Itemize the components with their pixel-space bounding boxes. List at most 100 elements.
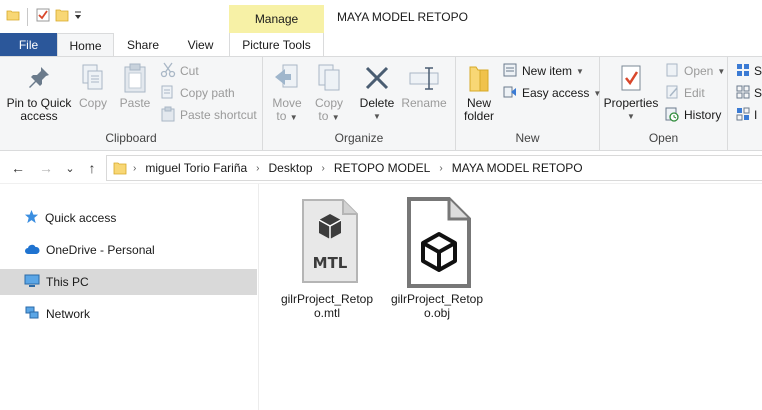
window-title: MAYA MODEL RETOPO bbox=[337, 10, 468, 24]
breadcrumb-item-desktop[interactable]: Desktop bbox=[269, 161, 313, 175]
tab-view[interactable]: View bbox=[172, 33, 229, 56]
rename-icon bbox=[407, 61, 441, 95]
cut-label: Cut bbox=[180, 64, 199, 78]
copy-path-label: Copy path bbox=[180, 86, 235, 100]
delete-label: Delete bbox=[359, 96, 395, 110]
mtl-file-icon: MTL bbox=[289, 196, 365, 288]
move-to-icon bbox=[273, 61, 301, 95]
tab-home[interactable]: Home bbox=[57, 33, 114, 57]
breadcrumb-item-user[interactable]: miguel Torio Fariña bbox=[145, 161, 247, 175]
new-folder-button[interactable]: New folder bbox=[460, 61, 498, 123]
nav-item-label: Network bbox=[46, 307, 91, 321]
paste-icon bbox=[122, 61, 148, 95]
copy-label: Copy bbox=[78, 96, 107, 110]
chevron-down-icon: ⌄ bbox=[65, 162, 75, 175]
copy-to-button[interactable]: Copy to ▼ bbox=[311, 61, 347, 124]
history-icon bbox=[664, 106, 680, 125]
forward-button[interactable]: → bbox=[36, 158, 56, 178]
file-item[interactable]: MTL gilrProject_Retopo.mtl bbox=[277, 196, 377, 320]
nav-item-label: Quick access bbox=[45, 211, 117, 225]
nav-item-network[interactable]: Network bbox=[0, 301, 257, 327]
file-type-badge: MTL bbox=[312, 254, 348, 272]
nav-item-label: This PC bbox=[46, 275, 89, 289]
paste-button[interactable]: Paste bbox=[117, 61, 153, 110]
obj-file-icon bbox=[399, 196, 475, 288]
easy-access-button[interactable]: Easy access ▼ bbox=[502, 83, 601, 103]
nav-item-this-pc[interactable]: This PC bbox=[0, 269, 257, 295]
select-none-button[interactable]: S bbox=[736, 83, 762, 103]
new-item-label: New item bbox=[522, 64, 573, 78]
rename-label: Rename bbox=[401, 96, 447, 110]
navigation-pane: Quick access OneDrive - Personal This PC… bbox=[0, 184, 259, 410]
open-caret-icon: ▼ bbox=[717, 66, 726, 76]
file-item[interactable]: gilrProject_Retopo.obj bbox=[387, 196, 487, 320]
new-folder-label-line2: folder bbox=[463, 109, 495, 123]
ribbon: Pin to Quick access Copy Paste Cut Copy … bbox=[0, 56, 762, 151]
nav-item-onedrive[interactable]: OneDrive - Personal bbox=[0, 237, 257, 263]
properties-icon bbox=[618, 61, 644, 95]
ribbon-tabs: File Home Share View Picture Tools bbox=[0, 33, 762, 57]
copy-icon bbox=[80, 61, 106, 95]
nav-item-quick-access[interactable]: Quick access bbox=[0, 205, 257, 231]
properties-check-icon[interactable] bbox=[35, 7, 51, 26]
up-button[interactable]: ↑ bbox=[82, 158, 102, 178]
recent-locations-button[interactable]: ⌄ bbox=[60, 158, 80, 178]
nav-item-label: OneDrive - Personal bbox=[46, 243, 155, 257]
edit-button[interactable]: Edit bbox=[664, 83, 705, 103]
breadcrumb-item-maya-model-retopo[interactable]: MAYA MODEL RETOPO bbox=[452, 161, 583, 175]
cut-button[interactable]: Cut bbox=[160, 61, 199, 81]
open-file-icon bbox=[664, 62, 680, 81]
invert-selection-button[interactable]: I bbox=[736, 105, 757, 125]
tab-share[interactable]: Share bbox=[114, 33, 172, 56]
history-button[interactable]: History bbox=[664, 105, 721, 125]
copy-button[interactable]: Copy bbox=[75, 61, 111, 110]
file-list-view: MTL gilrProject_Retopo.mtl gilrProject_R… bbox=[260, 184, 762, 410]
paste-label: Paste bbox=[119, 96, 151, 110]
move-label-line2: to ▼ bbox=[276, 109, 298, 123]
delete-caret-icon: ▼ bbox=[373, 112, 381, 121]
invert-selection-label: I bbox=[754, 108, 758, 122]
tab-picture-tools[interactable]: Picture Tools bbox=[229, 33, 324, 56]
open-button[interactable]: Open ▼ bbox=[664, 61, 725, 81]
breadcrumb-separator[interactable]: › bbox=[256, 163, 259, 174]
paste-shortcut-label: Paste shortcut bbox=[180, 108, 257, 122]
properties-button[interactable]: Properties ▼ bbox=[603, 61, 659, 123]
up-arrow-icon: ↑ bbox=[88, 160, 96, 176]
new-item-button[interactable]: New item ▼ bbox=[502, 61, 584, 81]
file-name: gilrProject_Retopo.mtl bbox=[280, 292, 374, 320]
address-bar[interactable]: › miguel Torio Fariña › Desktop › RETOPO… bbox=[106, 155, 762, 181]
paste-shortcut-button[interactable]: Paste shortcut bbox=[160, 105, 257, 125]
folder-icon[interactable] bbox=[6, 8, 20, 25]
new-item-caret-icon: ▼ bbox=[576, 66, 584, 76]
edit-icon bbox=[664, 84, 680, 103]
copy-to-icon bbox=[315, 61, 343, 95]
pin-to-quick-access-button[interactable]: Pin to Quick access bbox=[4, 61, 74, 123]
new-group: New folder New item ▼ Easy access ▼ New bbox=[456, 57, 601, 150]
edit-label: Edit bbox=[684, 86, 705, 100]
back-arrow-icon: ← bbox=[11, 160, 25, 176]
back-button[interactable]: ← bbox=[8, 158, 28, 178]
breadcrumb-separator[interactable]: › bbox=[322, 163, 325, 174]
new-folder-icon[interactable] bbox=[55, 7, 69, 26]
breadcrumb-item-retopo-model[interactable]: RETOPO MODEL bbox=[334, 161, 430, 175]
pin-label-line2: access bbox=[20, 109, 58, 123]
manage-context-tab: Manage bbox=[229, 5, 324, 33]
select-none-label: S bbox=[754, 86, 762, 100]
rename-button[interactable]: Rename bbox=[401, 61, 447, 110]
select-all-button[interactable]: S bbox=[736, 61, 762, 81]
move-to-button[interactable]: Move to ▼ bbox=[269, 61, 305, 124]
copy-path-button[interactable]: Copy path bbox=[160, 83, 235, 103]
star-icon bbox=[24, 209, 39, 227]
customize-qat-icon[interactable] bbox=[73, 10, 83, 23]
breadcrumb-separator[interactable]: › bbox=[439, 163, 442, 174]
select-all-label: S bbox=[754, 64, 762, 78]
delete-button[interactable]: Delete ▼ bbox=[357, 61, 397, 123]
pin-icon bbox=[27, 61, 51, 95]
network-icon bbox=[24, 306, 40, 323]
paste-shortcut-icon bbox=[160, 106, 176, 125]
new-item-icon bbox=[502, 62, 518, 81]
copy-path-icon bbox=[160, 84, 176, 103]
select-all-icon bbox=[736, 63, 750, 80]
invert-selection-icon bbox=[736, 107, 750, 124]
tab-file[interactable]: File bbox=[0, 33, 57, 56]
